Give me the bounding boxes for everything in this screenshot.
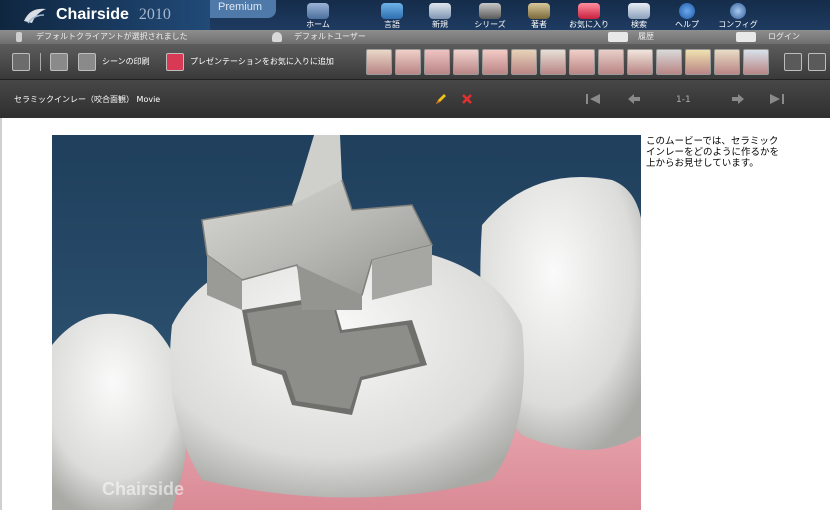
nav-new[interactable]: 新規	[424, 0, 456, 30]
dental-thumb-12[interactable]	[685, 49, 711, 75]
grid-view-icon[interactable]	[12, 53, 30, 71]
client-icon	[16, 32, 22, 42]
dental-thumb-3[interactable]	[424, 49, 450, 75]
nav-help[interactable]: ヘルプ	[672, 0, 702, 30]
toolbar: シーンの印刷 プレゼンテーションをお気に入りに追加	[0, 44, 830, 80]
dental-thumb-10[interactable]	[627, 49, 653, 75]
presentation-title-bar: セラミックインレー（咬合面観） Movie 1-1	[0, 80, 830, 118]
delete-icon[interactable]	[460, 92, 474, 106]
favorite-heart-icon[interactable]	[166, 53, 184, 71]
toolbar-divider	[40, 53, 41, 71]
last-page-icon[interactable]	[768, 92, 786, 106]
help-icon	[679, 3, 695, 19]
previous-page-icon[interactable]	[626, 92, 644, 106]
dental-thumb-13[interactable]	[714, 49, 740, 75]
user-icon	[272, 32, 282, 42]
top-header: Chairside 2010 Premium ホーム 言語 新規 シリーズ 著者…	[0, 0, 830, 30]
edition-badge: Premium	[210, 0, 276, 18]
house-icon	[307, 3, 329, 19]
add-favorite-button[interactable]: プレゼンテーションをお気に入りに追加	[190, 57, 334, 67]
history-clock-icon[interactable]	[608, 32, 628, 42]
login-link[interactable]: ログイン	[768, 32, 800, 42]
movie-description: このムービーでは、セラミックインレーをどのように作るかを上からお見せしています。	[646, 136, 780, 169]
fullscreen-icon[interactable]	[784, 53, 802, 71]
nav-favorites[interactable]: お気に入り	[566, 0, 612, 30]
nav-home-label: ホーム	[306, 20, 330, 29]
dental-thumb-14[interactable]	[743, 49, 769, 75]
user-status: デフォルトユーザー	[294, 32, 366, 41]
nav-config[interactable]: コンフィグ	[718, 0, 758, 30]
content-left-edge	[0, 118, 2, 510]
nav-language-label: 言語	[384, 20, 400, 29]
edit-pencil-icon[interactable]	[434, 92, 448, 106]
app-year: 2010	[138, 6, 171, 23]
dental-thumb-5[interactable]	[482, 49, 508, 75]
ceramic-inlay-illustration: Chairside	[52, 135, 641, 510]
nav-home[interactable]: ホーム	[302, 0, 334, 30]
nav-search[interactable]: 検索	[624, 0, 654, 30]
pen-icon	[528, 3, 550, 19]
presentation-title: セラミックインレー（咬合面観） Movie	[14, 95, 161, 104]
nav-config-label: コンフィグ	[718, 20, 758, 29]
dental-thumb-1[interactable]	[366, 49, 392, 75]
nav-series[interactable]: シリーズ	[472, 0, 508, 30]
present-icon[interactable]	[808, 53, 826, 71]
dental-thumb-2[interactable]	[395, 49, 421, 75]
dental-thumb-6[interactable]	[511, 49, 537, 75]
gear-icon	[730, 3, 746, 19]
dental-thumb-9[interactable]	[598, 49, 624, 75]
next-page-icon[interactable]	[728, 92, 746, 106]
page-indicator: 1-1	[676, 95, 691, 105]
nav-language[interactable]: 言語	[376, 0, 408, 30]
chairside-logo-icon	[24, 8, 46, 24]
nav-favorites-label: お気に入り	[569, 20, 609, 29]
globe-icon	[381, 3, 403, 19]
nav-help-label: ヘルプ	[675, 20, 699, 29]
nav-author[interactable]: 著者	[524, 0, 554, 30]
print-scene-button[interactable]: シーンの印刷	[102, 57, 150, 67]
lock-icon[interactable]	[736, 32, 756, 42]
dental-thumb-11[interactable]	[656, 49, 682, 75]
history-link[interactable]: 履歴	[638, 32, 654, 42]
app-name: Chairside	[56, 6, 129, 23]
nav-new-label: 新規	[432, 20, 448, 29]
print-icon[interactable]	[78, 53, 96, 71]
dental-thumb-4[interactable]	[453, 49, 479, 75]
video-watermark: Chairside	[102, 479, 184, 499]
app-window: Chairside 2010 Premium ホーム 言語 新規 シリーズ 著者…	[0, 0, 830, 510]
dental-thumb-8[interactable]	[569, 49, 595, 75]
slide-icon[interactable]	[50, 53, 68, 71]
heart-icon	[578, 3, 600, 19]
client-status: デフォルトクライアントが選択されました	[36, 32, 188, 41]
video-player[interactable]: Chairside	[52, 135, 641, 510]
nav-search-label: 検索	[631, 20, 647, 29]
nav-series-label: シリーズ	[474, 20, 506, 29]
status-bar: デフォルトクライアントが選択されました デフォルトユーザー 履歴 ログイン	[0, 30, 830, 44]
film-icon	[479, 3, 501, 19]
dental-thumb-7[interactable]	[540, 49, 566, 75]
app-logo[interactable]: Chairside 2010	[0, 0, 210, 30]
nav-author-label: 著者	[531, 20, 547, 29]
search-icon	[628, 3, 650, 19]
new-document-icon	[429, 3, 451, 19]
first-page-icon[interactable]	[584, 92, 602, 106]
